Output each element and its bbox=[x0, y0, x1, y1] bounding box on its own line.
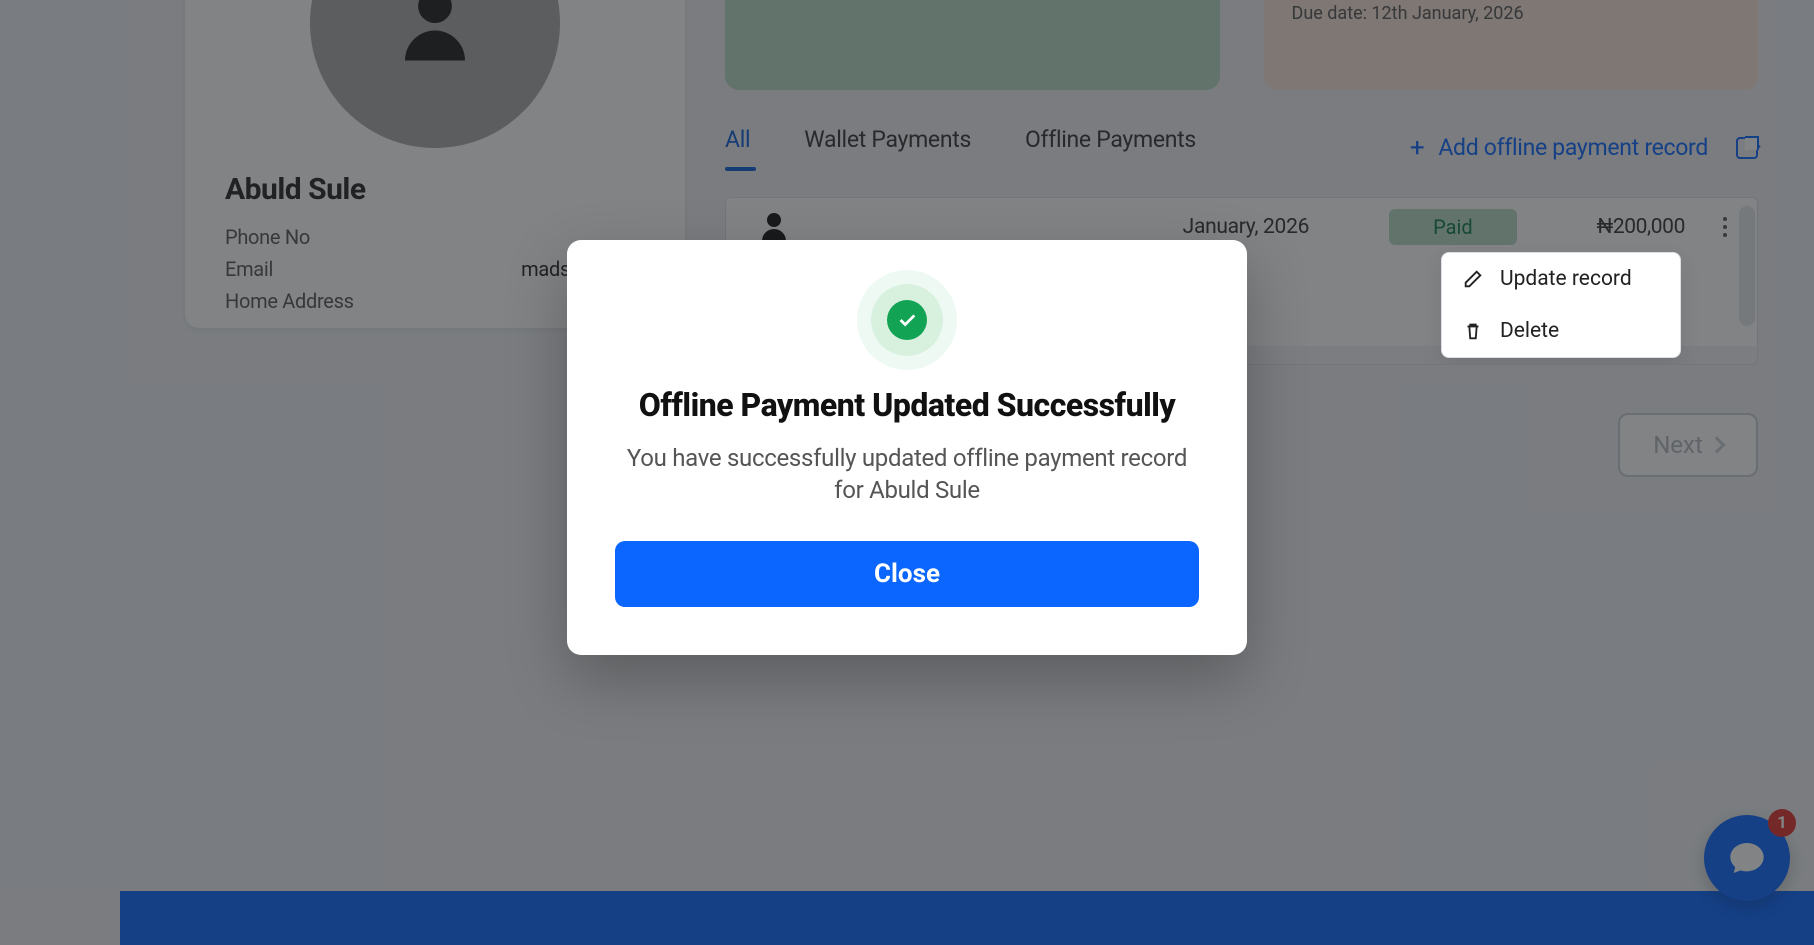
row-context-menu: Update record Delete bbox=[1441, 252, 1681, 358]
update-record-label: Update record bbox=[1500, 267, 1632, 291]
modal-overlay[interactable]: Offline Payment Updated Successfully You… bbox=[0, 0, 1814, 945]
delete-record-label: Delete bbox=[1500, 319, 1559, 343]
success-icon-ring bbox=[871, 284, 943, 356]
success-modal: Offline Payment Updated Successfully You… bbox=[567, 240, 1247, 655]
modal-body: You have successfully updated offline pa… bbox=[615, 442, 1199, 507]
close-button[interactable]: Close bbox=[615, 541, 1199, 607]
pencil-icon bbox=[1462, 268, 1484, 290]
trash-icon bbox=[1462, 320, 1484, 342]
delete-record-item[interactable]: Delete bbox=[1442, 305, 1680, 357]
update-record-item[interactable]: Update record bbox=[1442, 253, 1680, 305]
check-icon bbox=[896, 309, 918, 331]
success-icon bbox=[887, 300, 927, 340]
modal-title: Offline Payment Updated Successfully bbox=[615, 386, 1199, 424]
